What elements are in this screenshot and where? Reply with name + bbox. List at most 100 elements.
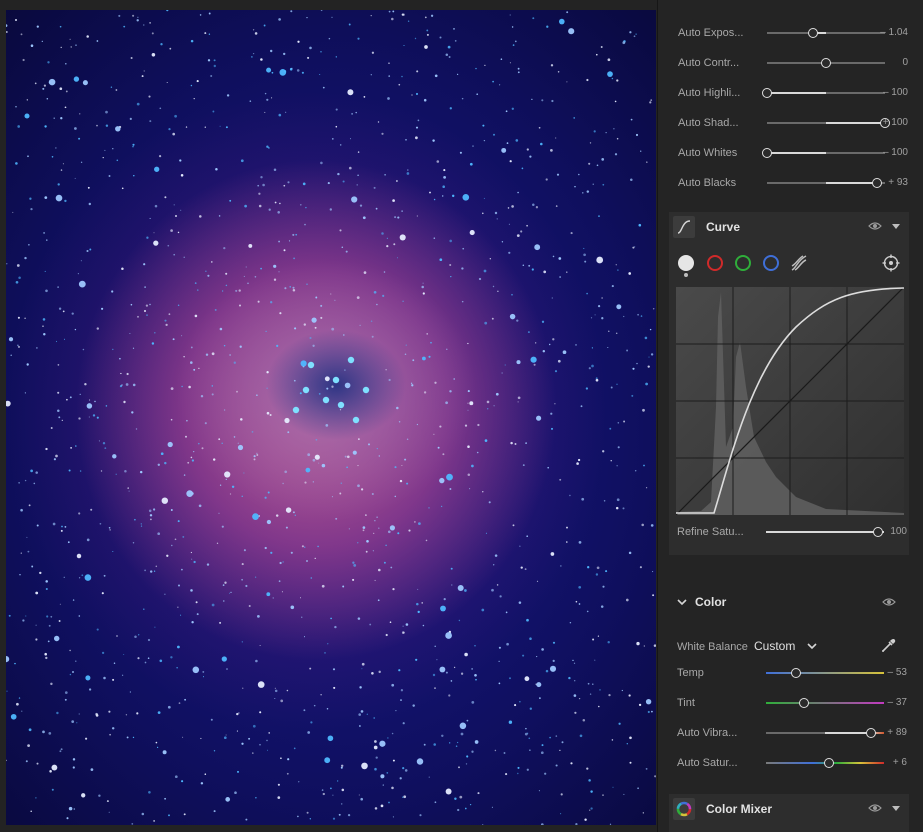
collapse-caret-icon[interactable] — [892, 224, 900, 229]
chevron-down-icon[interactable] — [807, 642, 817, 650]
star — [579, 734, 583, 738]
star — [332, 668, 336, 671]
color-mixer-header[interactable]: Color Mixer — [669, 794, 909, 824]
channel-rgb-button[interactable] — [678, 255, 694, 271]
star — [517, 67, 520, 70]
slider-thumb[interactable] — [823, 758, 834, 768]
slider-thumb[interactable] — [790, 668, 801, 678]
star — [45, 580, 48, 583]
star — [596, 256, 604, 264]
color-header[interactable]: Color — [669, 585, 909, 621]
star — [24, 392, 27, 394]
star — [447, 45, 451, 49]
white-balance-dropdown[interactable]: Custom — [754, 639, 795, 653]
slider-thumb[interactable] — [866, 728, 877, 738]
collapse-caret-icon[interactable] — [892, 806, 900, 811]
star — [76, 553, 82, 559]
slider-track[interactable] — [767, 178, 885, 188]
star — [430, 14, 434, 17]
target-adjust-icon[interactable] — [882, 254, 900, 272]
star — [650, 99, 653, 101]
star — [588, 779, 591, 782]
star — [42, 730, 45, 734]
star — [219, 125, 221, 127]
slider-track[interactable] — [767, 118, 890, 128]
tone-curve-graph[interactable] — [675, 286, 905, 516]
rgb-selected-dot-icon — [684, 273, 688, 277]
slider-thumb[interactable] — [821, 58, 831, 68]
star — [415, 92, 419, 96]
star — [42, 325, 44, 327]
star — [519, 701, 521, 703]
star — [383, 561, 386, 564]
eye-icon[interactable] — [882, 597, 896, 607]
star — [47, 61, 50, 64]
slider-thumb[interactable] — [871, 178, 882, 188]
star — [302, 182, 306, 186]
slider-track[interactable] — [766, 758, 884, 768]
star — [466, 755, 469, 758]
star — [519, 545, 521, 547]
star — [550, 412, 553, 415]
star — [18, 345, 20, 348]
channel-green-button[interactable] — [735, 255, 751, 271]
chevron-down-icon[interactable] — [677, 598, 687, 606]
refine-saturation-track[interactable] — [766, 527, 884, 537]
star — [377, 121, 380, 123]
slider-track[interactable] — [766, 728, 884, 738]
slider-track[interactable] — [762, 148, 885, 158]
star — [73, 808, 76, 810]
refine-saturation-thumb[interactable] — [873, 527, 883, 537]
slider-track[interactable] — [766, 668, 884, 678]
slider-thumb[interactable] — [808, 28, 819, 38]
slider-label: Auto Highli... — [678, 87, 741, 99]
star — [651, 710, 653, 713]
star — [351, 196, 358, 203]
star — [190, 84, 193, 87]
star — [647, 365, 650, 368]
star — [124, 469, 127, 473]
star — [78, 713, 80, 715]
slider-thumb[interactable] — [798, 698, 809, 708]
curve-header[interactable]: Curve — [669, 212, 909, 242]
star — [592, 183, 594, 185]
star — [30, 810, 32, 813]
star — [194, 282, 197, 284]
star — [58, 307, 62, 310]
channel-blue-button[interactable] — [763, 255, 779, 271]
star — [340, 764, 344, 768]
star — [590, 807, 593, 810]
star — [320, 10, 323, 12]
star — [543, 270, 547, 274]
star — [324, 757, 331, 764]
star — [387, 737, 389, 739]
eyedropper-icon[interactable] — [880, 636, 898, 654]
star — [552, 659, 555, 663]
slider-thumb[interactable] — [762, 148, 772, 158]
star — [356, 296, 360, 299]
star — [51, 155, 54, 158]
slider-track[interactable] — [767, 28, 885, 38]
star — [132, 383, 136, 387]
slider-track[interactable] — [766, 698, 884, 708]
photo-canvas[interactable] — [6, 10, 656, 825]
star — [556, 173, 560, 176]
star — [298, 781, 300, 783]
star — [48, 81, 51, 84]
star — [286, 689, 289, 692]
star — [545, 669, 549, 673]
eye-icon[interactable] — [868, 803, 882, 813]
star — [417, 610, 420, 614]
star — [476, 451, 479, 454]
star — [562, 350, 567, 355]
slider-track[interactable] — [762, 88, 885, 98]
star — [160, 452, 164, 456]
eye-icon[interactable] — [868, 221, 882, 231]
star — [320, 316, 323, 319]
star — [412, 359, 415, 362]
slider-thumb[interactable] — [762, 88, 772, 98]
channel-red-button[interactable] — [707, 255, 723, 271]
parametric-curve-icon[interactable] — [790, 254, 808, 272]
star — [403, 795, 407, 799]
slider-track[interactable] — [767, 58, 885, 68]
